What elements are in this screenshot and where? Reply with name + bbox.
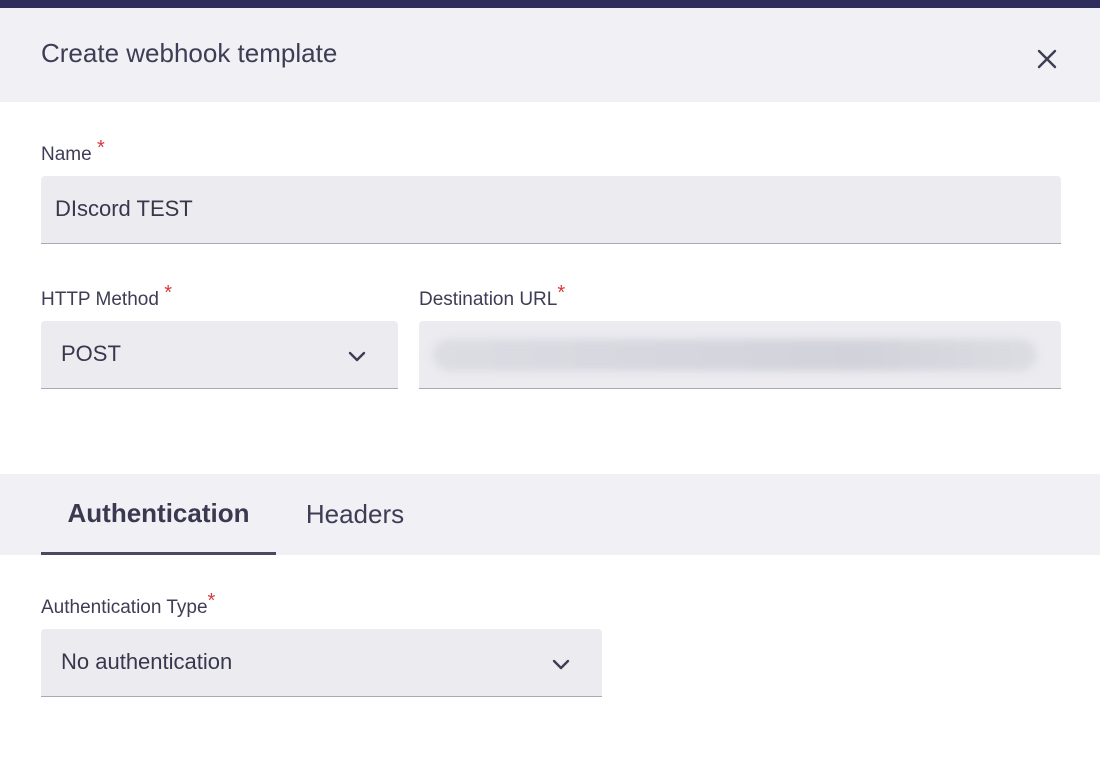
authentication-type-label: Authentication Type* (41, 590, 215, 619)
dialog-header: Create webhook template (0, 8, 1100, 102)
http-method-value: POST (61, 341, 121, 366)
http-method-label: HTTP Method * (41, 282, 172, 311)
authentication-type-select[interactable]: No authentication (41, 629, 602, 697)
name-label-text: Name (41, 144, 92, 165)
authentication-type-required-mark: * (207, 590, 216, 612)
http-method-required-mark: * (164, 282, 172, 304)
name-required-mark: * (96, 137, 105, 159)
destination-url-label-text: Destination URL (419, 289, 558, 310)
authentication-type-value: No authentication (61, 649, 233, 674)
name-input-value: DIscord TEST (55, 196, 193, 221)
close-icon (1037, 49, 1057, 69)
destination-url-label: Destination URL* (419, 282, 565, 311)
destination-url-redacted-value (433, 339, 1037, 371)
tab-headers-label: Headers (305, 499, 405, 529)
tab-bar: Authentication Headers (0, 474, 1100, 555)
name-input[interactable]: DIscord TEST (41, 176, 1061, 244)
chevron-down-icon (552, 659, 570, 670)
http-method-label-text: HTTP Method (41, 289, 159, 310)
chevron-down-icon (348, 351, 366, 362)
destination-url-required-mark: * (557, 282, 566, 304)
tab-authentication[interactable]: Authentication (41, 474, 276, 555)
close-button[interactable] (1033, 45, 1061, 73)
dialog-title: Create webhook template (41, 38, 338, 68)
tab-headers[interactable]: Headers (290, 474, 420, 555)
tab-authentication-label: Authentication (67, 497, 250, 528)
top-accent-bar (0, 0, 1100, 8)
authentication-type-label-text: Authentication Type (41, 597, 208, 618)
destination-url-input[interactable] (419, 321, 1061, 389)
name-label: Name * (41, 137, 105, 166)
http-method-select[interactable]: POST (41, 321, 398, 389)
